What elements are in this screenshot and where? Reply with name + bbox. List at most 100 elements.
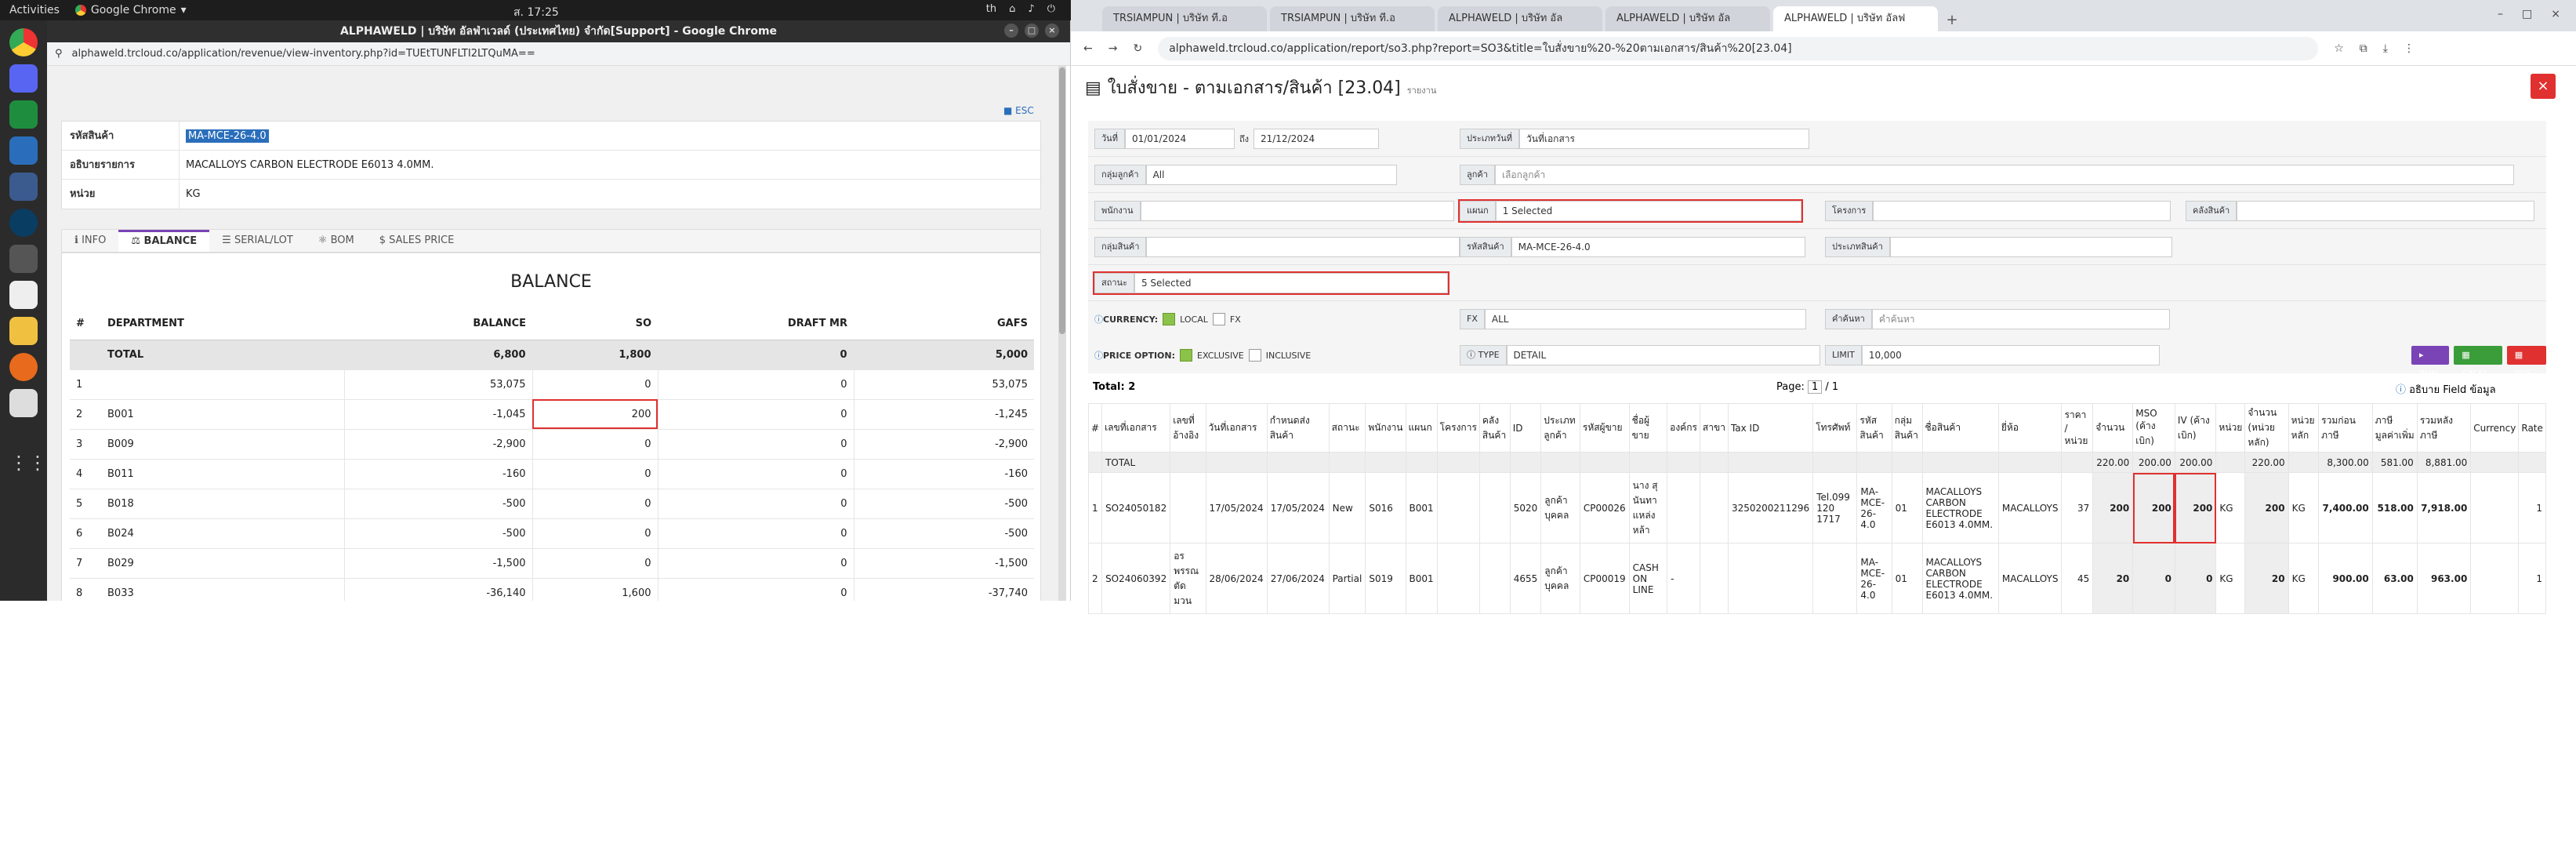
browser-tab[interactable]: ALPHAWELD | บริษัท อัล xyxy=(1605,6,1770,31)
anydesk-dock-icon[interactable] xyxy=(9,281,38,309)
sheets-dock-icon[interactable] xyxy=(9,100,38,129)
run-button[interactable]: ▸ RUN xyxy=(2411,346,2450,379)
product-group-input[interactable] xyxy=(1146,237,1460,257)
url-text[interactable]: alphaweld.trcloud.co/application/revenue… xyxy=(72,48,535,60)
report-column-header[interactable]: เลขที่เอกสาร xyxy=(1101,403,1171,453)
report-column-header[interactable]: MSO (ค้างเบิก) xyxy=(2132,403,2175,453)
local-checkbox[interactable] xyxy=(1163,313,1176,325)
customer-input[interactable]: เลือกลูกค้า xyxy=(1494,165,2514,185)
report-column-header[interactable]: รหัสสินค้า xyxy=(1856,403,1892,453)
extensions-icon[interactable]: ⧉ xyxy=(2360,42,2367,55)
report-column-header[interactable]: โครงการ xyxy=(1436,403,1480,453)
status-select[interactable]: 5 Selected xyxy=(1134,273,1448,293)
report-column-header[interactable]: หน่วยหลัก xyxy=(2288,403,2320,453)
brave-dock-icon[interactable] xyxy=(9,353,38,381)
close-icon[interactable]: × xyxy=(2551,8,2560,20)
close-report-button[interactable]: × xyxy=(2531,74,2556,99)
scrollbar[interactable] xyxy=(1058,66,1066,601)
inclusive-checkbox[interactable] xyxy=(1248,349,1261,362)
new-tab-icon[interactable]: + xyxy=(1941,9,1963,31)
report-column-header[interactable]: ID xyxy=(1509,403,1542,453)
report-column-header[interactable]: รวมหลังภาษี xyxy=(2416,403,2472,453)
report-column-header[interactable]: แผนก xyxy=(1405,403,1438,453)
report-column-header[interactable]: รวมก่อนภาษี xyxy=(2318,403,2373,453)
site-info-icon[interactable]: ⚲ xyxy=(55,48,63,60)
report-column-header[interactable]: หน่วย xyxy=(2215,403,2246,453)
activities-button[interactable]: Activities xyxy=(9,4,60,16)
url-input[interactable]: alphaweld.trcloud.co/application/report/… xyxy=(1158,36,2319,60)
report-column-header[interactable]: พนักงาน xyxy=(1365,403,1406,453)
menu-icon[interactable]: ⋮ xyxy=(2404,42,2415,55)
tray-lang[interactable]: th xyxy=(986,3,996,15)
limit-select[interactable]: 10,000 xyxy=(1861,345,2160,365)
report-column-header[interactable]: ชื่อสินค้า xyxy=(1921,403,1999,453)
forward-icon[interactable]: → xyxy=(1108,42,1118,55)
close-icon[interactable]: × xyxy=(1045,24,1059,38)
project-input[interactable] xyxy=(1873,201,2171,221)
address-bar[interactable]: ⚲ alphaweld.trcloud.co/application/reven… xyxy=(47,42,1070,66)
volume-icon[interactable]: ♪ xyxy=(1028,3,1034,15)
report-column-header[interactable]: จำนวน xyxy=(2092,403,2134,453)
excel-button[interactable]: ▦ EXCEL xyxy=(2454,346,2502,379)
notes-dock-icon[interactable] xyxy=(9,317,38,345)
product-code-input[interactable]: MA-MCE-26-4.0 xyxy=(1511,237,1805,257)
report-row[interactable]: 1 SO24050182 17/05/2024 17/05/2024 New S016 B0… xyxy=(1087,472,2546,543)
report-column-header[interactable]: กำหนดส่งสินค้า xyxy=(1266,403,1330,453)
type-select[interactable]: DETAIL xyxy=(1506,345,1820,365)
fx-checkbox[interactable] xyxy=(1212,313,1225,325)
report-column-header[interactable]: ยี่ห้อ xyxy=(1997,403,2063,453)
report-column-header[interactable]: สถานะ xyxy=(1328,403,1366,453)
report-column-header[interactable]: รหัสผู้ขาย xyxy=(1579,403,1630,453)
report-column-header[interactable]: เลขที่อ้างอิง xyxy=(1170,403,1206,453)
fx-select[interactable]: ALL xyxy=(1484,309,1806,329)
apps-grid-icon[interactable]: ⋮⋮ xyxy=(9,449,47,477)
report-column-header[interactable]: กลุ่มสินค้า xyxy=(1891,403,1923,453)
date-type-select[interactable]: วันที่เอกสาร xyxy=(1519,129,1810,149)
browser-tab-active[interactable]: ALPHAWELD | บริษัท อัลฟ xyxy=(1773,6,1938,31)
discord-dock-icon[interactable] xyxy=(9,64,38,93)
globe-dock-icon[interactable] xyxy=(9,209,38,237)
browser-tab[interactable]: TRSIAMPUN | บริษัท ที.อ xyxy=(1102,6,1267,31)
writer-dock-icon[interactable] xyxy=(9,136,38,165)
download-icon[interactable]: ⤓ xyxy=(2383,42,2388,55)
report-column-header[interactable]: องค์กร xyxy=(1667,403,1700,453)
minimize-icon[interactable]: – xyxy=(1004,24,1018,38)
tab-balance[interactable]: ⚖ BALANCE xyxy=(118,230,210,252)
calculator-dock-icon[interactable] xyxy=(9,245,38,273)
report-column-header[interactable]: ประเภทลูกค้า xyxy=(1540,403,1580,453)
report-column-header[interactable]: # xyxy=(1087,403,1103,453)
browser-tab[interactable]: TRSIAMPUN | บริษัท ที.อ xyxy=(1270,6,1435,31)
tab-sales-price[interactable]: $ SALES PRICE xyxy=(367,230,467,252)
files-dock-icon[interactable] xyxy=(9,389,38,417)
tab-serial-lot[interactable]: ☰ SERIAL/LOT xyxy=(209,230,306,252)
browser-tab[interactable]: ALPHAWELD | บริษัท อัล xyxy=(1438,6,1602,31)
maximize-icon[interactable]: □ xyxy=(1025,24,1039,38)
tab-info[interactable]: ℹ INFO xyxy=(62,230,118,252)
report-column-header[interactable]: จำนวน (หน่วยหลัก) xyxy=(2244,403,2289,453)
date-from-input[interactable]: 01/01/2024 xyxy=(1124,129,1235,149)
report-column-header[interactable]: ชื่อผู้ขาย xyxy=(1628,403,1668,453)
department-select[interactable]: 1 Selected xyxy=(1495,201,1801,221)
minimize-icon[interactable]: – xyxy=(2498,8,2503,20)
date-to-input[interactable]: 21/12/2024 xyxy=(1253,129,1379,149)
report-column-header[interactable]: คลังสินค้า xyxy=(1478,403,1511,453)
bookmark-icon[interactable]: ☆ xyxy=(2334,42,2344,55)
report-row[interactable]: 2 SO24060392 อร พรรณ ตัดมวน 28/06/2024 27/06… xyxy=(1087,543,2546,614)
back-icon[interactable]: ← xyxy=(1083,42,1093,55)
pdf-button[interactable]: ▦ PDF xyxy=(2506,346,2546,379)
report-column-header[interactable]: โทรศัพท์ xyxy=(1812,403,1858,453)
search-input[interactable]: คำค้นหา xyxy=(1871,309,2170,329)
report-column-header[interactable]: Rate xyxy=(2518,403,2546,453)
tab-bom[interactable]: ⚛ BOM xyxy=(306,230,367,252)
maximize-icon[interactable]: □ xyxy=(2522,8,2532,20)
app-dock-icon[interactable] xyxy=(9,173,38,201)
field-description-link[interactable]: ⓘ อธิบาย Field ข้อมูล xyxy=(2396,381,2496,398)
page-select[interactable]: 1 xyxy=(1808,380,1823,394)
app-menu[interactable]: Google Chrome ▾ xyxy=(74,4,187,16)
product-code-value[interactable]: MA-MCE-26-4.0 xyxy=(186,129,269,143)
network-icon[interactable]: ⌂ xyxy=(1009,3,1015,15)
report-column-header[interactable]: สาขา xyxy=(1699,403,1729,453)
report-column-header[interactable]: วันที่เอกสาร xyxy=(1205,403,1268,453)
reload-icon[interactable]: ↻ xyxy=(1133,42,1142,55)
report-column-header[interactable]: IV (ค้างเบิก) xyxy=(2174,403,2217,453)
